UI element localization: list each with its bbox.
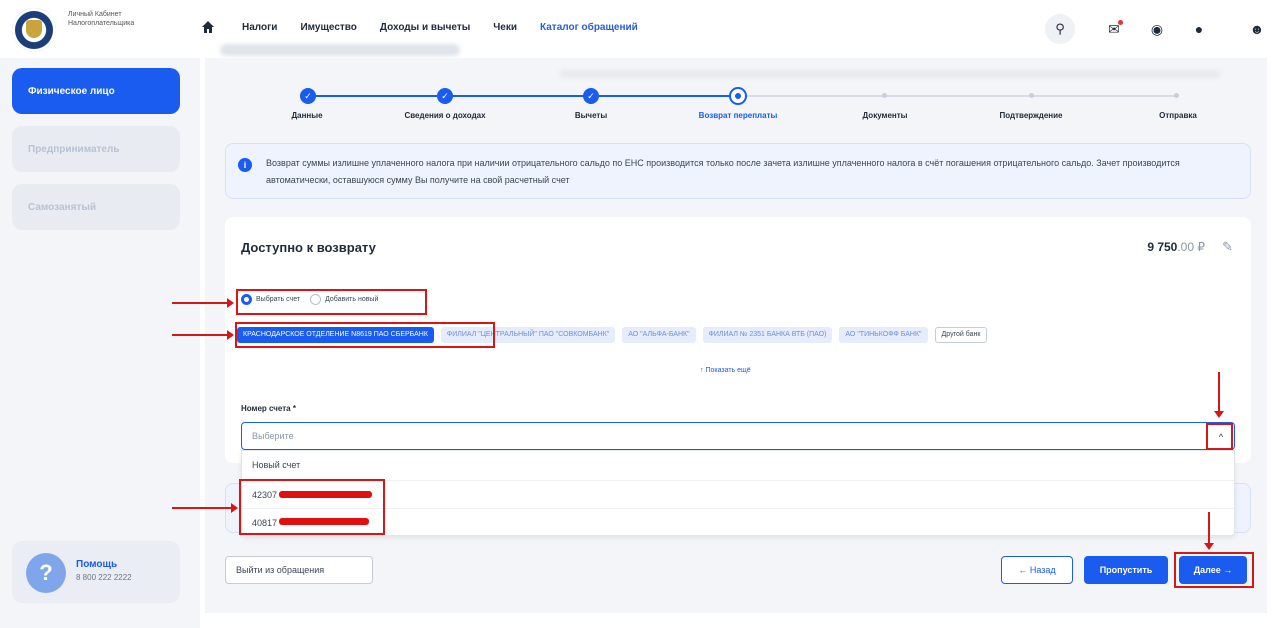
blurred-subtitle: [220, 44, 460, 56]
other-bank-button[interactable]: Другой банк: [934, 327, 988, 343]
refund-amount-sub: .00 ₽: [1177, 240, 1205, 254]
annotation-box-chevron: [1206, 423, 1233, 450]
bank-chip[interactable]: АО "АЛЬФА-БАНК": [622, 327, 696, 343]
show-more-link[interactable]: ↑ Показать ещё: [700, 367, 751, 374]
step-label-deductions[interactable]: Вычеты: [575, 111, 607, 120]
refund-amount: 9 750.00 ₽: [1147, 240, 1205, 254]
annotation-box-next: [1174, 552, 1254, 588]
sidebar-item-individual[interactable]: Физическое лицо: [12, 68, 180, 114]
annotation-arrow: [172, 330, 234, 340]
nav-receipts[interactable]: Чеки: [493, 22, 517, 33]
step-7-dot: [1174, 93, 1179, 98]
step-label-refund[interactable]: Возврат переплаты: [699, 111, 778, 120]
exit-button[interactable]: Выйти из обращения: [225, 556, 373, 584]
help-title: Помощь: [76, 559, 118, 570]
nav-income-deductions[interactable]: Доходы и вычеты: [380, 22, 470, 33]
help-question-icon: ?: [26, 553, 66, 593]
main-nav: Налоги Имущество Доходы и вычеты Чеки Ка…: [242, 22, 661, 33]
nav-catalog[interactable]: Каталог обращений: [540, 22, 638, 33]
search-icon[interactable]: ⚲: [1045, 14, 1075, 44]
account-select[interactable]: Выберите ^: [241, 422, 1235, 450]
blurred-header-line: [560, 70, 1220, 78]
step-label-documents: Документы: [862, 111, 908, 120]
annotation-arrow: [172, 298, 234, 308]
step-2-check-icon: ✓: [437, 88, 453, 104]
mail-icon[interactable]: ✉: [1103, 18, 1125, 40]
home-icon[interactable]: [201, 20, 215, 34]
step-label-data[interactable]: Данные: [291, 111, 322, 120]
nav-property[interactable]: Имущество: [300, 22, 356, 33]
eagle-emblem-icon: [26, 20, 42, 38]
dropdown-option-new[interactable]: Новый счет: [242, 451, 1234, 479]
fns-logo[interactable]: [12, 8, 56, 52]
step-label-confirm: Подтверждение: [999, 111, 1063, 120]
help-box[interactable]: ? Помощь 8 800 222 2222: [12, 541, 180, 603]
account-select-placeholder: Выберите: [252, 431, 294, 441]
annotation-arrow: [1214, 372, 1224, 418]
step-label-income[interactable]: Сведения о доходах: [404, 111, 485, 120]
info-text: Возврат суммы излишне уплаченного налога…: [266, 158, 1180, 185]
pencil-icon[interactable]: ✎: [1222, 239, 1233, 255]
annotation-box-accounts: [239, 479, 385, 535]
step-6-dot: [1029, 93, 1034, 98]
eye-off-icon[interactable]: ◉: [1146, 18, 1168, 40]
annotation-arrow: [1204, 512, 1214, 550]
bank-chip[interactable]: ФИЛИАЛ № 2351 БАНКА ВТБ (ПАО): [702, 327, 833, 343]
annotation-box-radio: [236, 289, 427, 315]
refund-title: Доступно к возврату: [241, 240, 376, 255]
help-phone: 8 800 222 2222: [76, 573, 132, 582]
sidebar-item-self-employed[interactable]: Самозанятый: [12, 184, 180, 230]
info-box: i Возврат суммы излишне уплаченного нало…: [225, 143, 1251, 199]
sidebar: Физическое лицо Предприниматель Самозаня…: [0, 58, 200, 628]
annotation-box-bank: [235, 322, 495, 348]
stepper-progress-line: [308, 95, 738, 97]
bank-chip[interactable]: АО "ТИНЬКОФФ БАНК": [839, 327, 928, 343]
step-label-send: Отправка: [1159, 111, 1197, 120]
account-dropdown: Новый счет 42307 40817: [241, 450, 1235, 536]
stepper-remaining-line: [738, 95, 1178, 97]
exit-button-label: Выйти из обращения: [236, 565, 325, 575]
account-number-label: Номер счета *: [241, 404, 296, 413]
step-1-check-icon: ✓: [300, 88, 316, 104]
step-5-dot: [882, 93, 887, 98]
refund-amount-main: 9 750: [1147, 240, 1178, 254]
dropdown-option-account[interactable]: 42307: [242, 480, 1234, 508]
logo-text: Личный Кабинет Налогоплательщика: [68, 11, 135, 27]
user-icon[interactable]: ☻: [1246, 18, 1268, 40]
nav-taxes[interactable]: Налоги: [242, 22, 277, 33]
dropdown-option-account[interactable]: 40817: [242, 508, 1234, 536]
step-3-check-icon: ✓: [583, 88, 599, 104]
info-icon: i: [238, 158, 252, 172]
notification-dot: [1118, 20, 1123, 25]
sidebar-item-entrepreneur[interactable]: Предприниматель: [12, 126, 180, 172]
top-header: Личный Кабинет Налогоплательщика Налоги …: [0, 0, 1272, 58]
lightbulb-icon[interactable]: ●: [1188, 18, 1210, 40]
annotation-arrow: [172, 503, 238, 513]
skip-button[interactable]: Пропустить: [1084, 556, 1168, 584]
step-4-current-icon: [729, 87, 747, 105]
back-button[interactable]: ← Назад: [1001, 556, 1073, 584]
